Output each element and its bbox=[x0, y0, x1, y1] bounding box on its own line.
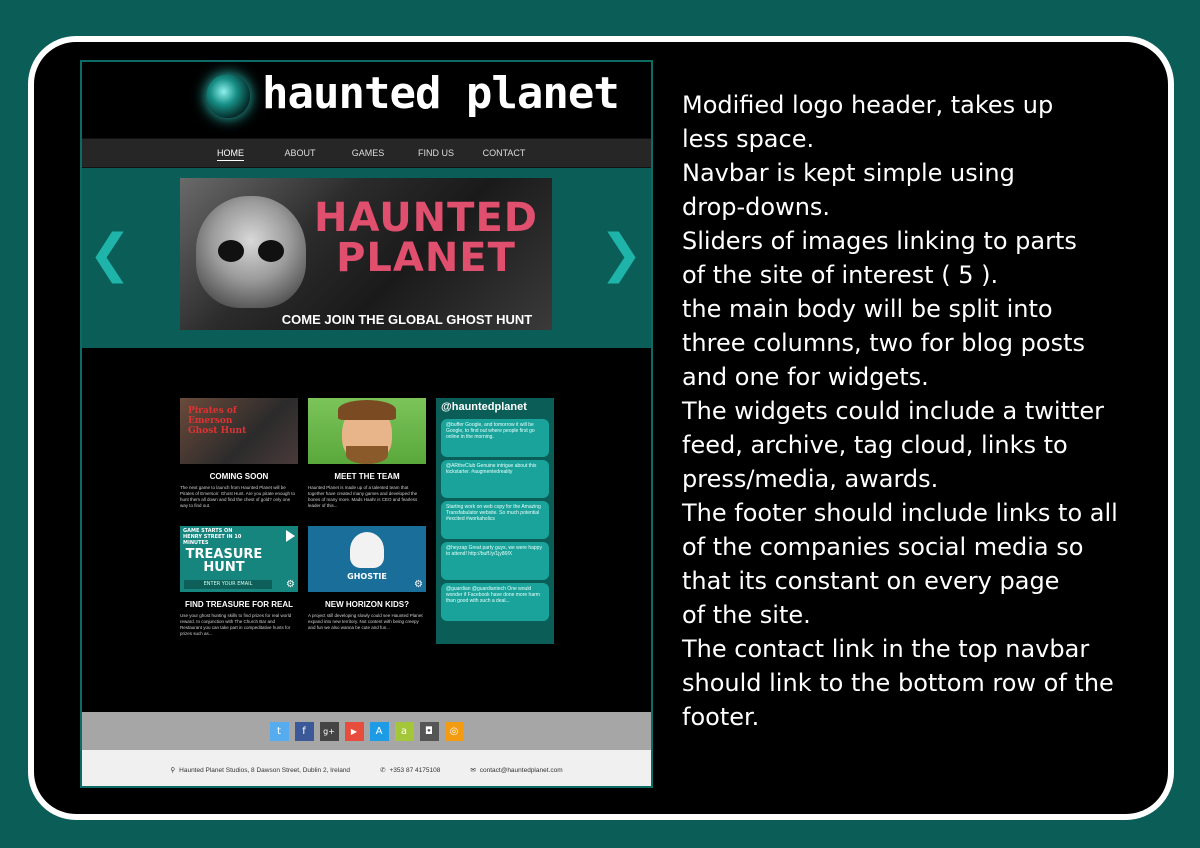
nav-about[interactable]: ABOUT bbox=[266, 146, 334, 160]
google-plus-icon[interactable]: g+ bbox=[319, 721, 339, 741]
post-text: A project still developing slowly could … bbox=[308, 613, 423, 630]
cartoon-beard-image bbox=[346, 446, 388, 464]
skull-image bbox=[196, 196, 306, 308]
post-thumbnail[interactable]: GHOSTIE ⚙ bbox=[308, 526, 426, 592]
note-line: press/media, awards. bbox=[682, 465, 939, 493]
chevron-left-icon[interactable]: ❮ bbox=[88, 228, 132, 280]
thumbnail-title: TREASURE HUNT bbox=[185, 547, 263, 575]
post-title[interactable]: NEW HORIZON KIDS? bbox=[308, 600, 426, 609]
nav-home[interactable]: HOME bbox=[217, 146, 244, 161]
phone-text[interactable]: +353 87 4175108 bbox=[390, 767, 441, 774]
post-title[interactable]: MEET THE TEAM bbox=[308, 472, 426, 481]
image-slider: ❮ HAUNTED PLANET COME JOIN THE GLOBAL GH… bbox=[82, 168, 651, 348]
navbar: HOME ABOUT GAMES FIND US CONTACT bbox=[82, 138, 651, 168]
slide-title-line1: HAUNTED bbox=[314, 195, 538, 241]
post-title[interactable]: COMING SOON bbox=[180, 472, 298, 481]
footer-phone: ✆ +353 87 4175108 bbox=[380, 766, 441, 775]
blog-column-2: MEET THE TEAM Haunted Planet is made up … bbox=[308, 398, 426, 630]
cartoon-hair-image bbox=[338, 400, 396, 420]
app-store-icon[interactable]: A bbox=[369, 721, 389, 741]
note-line: footer. bbox=[682, 703, 760, 731]
note-line: less space. bbox=[682, 125, 815, 153]
tweet[interactable]: @buffer Google, and tomorrow it will be … bbox=[441, 419, 549, 457]
post-thumbnail[interactable]: Pirates of Emerson Ghost Hunt bbox=[180, 398, 298, 464]
note-line: The contact link in the top navbar bbox=[682, 635, 1090, 663]
gear-icon: ⚙ bbox=[414, 579, 423, 590]
note-line: Sliders of images linking to parts bbox=[682, 227, 1077, 255]
phone-icon: ✆ bbox=[380, 767, 386, 774]
post-thumbnail[interactable] bbox=[308, 398, 426, 464]
mail-icon: ✉ bbox=[470, 767, 476, 774]
tweet[interactable]: @ARtheClub Genuine intrigue about this k… bbox=[441, 460, 549, 498]
blog-post-4: GHOSTIE ⚙ NEW HORIZON KIDS? A project st… bbox=[308, 526, 426, 631]
note-line: feed, archive, tag cloud, links to bbox=[682, 431, 1068, 459]
footer-address: ⚲ Haunted Planet Studios, 8 Dawson Stree… bbox=[170, 766, 351, 775]
twitter-widget: @hauntedplanet @buffer Google, and tomor… bbox=[436, 398, 554, 644]
slide-title-line2: PLANET bbox=[336, 235, 516, 281]
logo-header: haunted planet bbox=[82, 62, 651, 138]
thumbnail-text: Pirates of Emerson Ghost Hunt bbox=[188, 406, 247, 436]
note-line: should link to the bottom row of the bbox=[682, 669, 1114, 697]
note-line: of the site of interest ( 5 ). bbox=[682, 261, 999, 289]
note-line: of the companies social media so bbox=[682, 533, 1084, 561]
address-text: Haunted Planet Studios, 8 Dawson Street,… bbox=[179, 766, 351, 774]
tweet[interactable]: Starting work on web copy for the Amazin… bbox=[441, 501, 549, 539]
note-line: that its constant on every page bbox=[682, 567, 1060, 595]
website-mockup: haunted planet HOME ABOUT GAMES FIND US … bbox=[80, 60, 653, 788]
design-notes: Modified logo header, takes up less spac… bbox=[682, 88, 1162, 734]
note-line: and one for widgets. bbox=[682, 363, 929, 391]
thumbnail-email-input: ENTER YOUR EMAIL bbox=[184, 580, 272, 589]
main-content: Pirates of Emerson Ghost Hunt COMING SOO… bbox=[180, 398, 554, 710]
post-thumbnail[interactable]: GAME STARTS ON HENRY STREET IN 10 MINUTE… bbox=[180, 526, 298, 592]
post-title[interactable]: FIND TREASURE FOR REAL bbox=[180, 600, 298, 609]
note-line: the main body will be split into bbox=[682, 295, 1053, 323]
facebook-icon[interactable]: f bbox=[294, 721, 314, 741]
youtube-icon[interactable]: ▶ bbox=[344, 721, 364, 741]
note-line: Modified logo header, takes up bbox=[682, 91, 1054, 119]
footer-social-row: t f g+ ▶ A a ◘ ◎ bbox=[82, 712, 651, 750]
post-text: The next game to launch from Haunted Pla… bbox=[180, 485, 296, 508]
post-text: Use your ghost hunting skills to find pr… bbox=[180, 613, 292, 636]
slide-title: HAUNTED PLANET bbox=[308, 198, 544, 278]
android-icon[interactable]: a bbox=[394, 721, 414, 741]
nav-games[interactable]: GAMES bbox=[334, 146, 402, 160]
ghost-image bbox=[350, 532, 384, 568]
thumbnail-text: GAME STARTS ON HENRY STREET IN 10 MINUTE… bbox=[183, 528, 242, 546]
nav-find-us[interactable]: FIND US bbox=[402, 146, 470, 160]
note-line: drop-downs. bbox=[682, 193, 831, 221]
blog-column-1: Pirates of Emerson Ghost Hunt COMING SOO… bbox=[180, 398, 298, 636]
rss-icon[interactable]: ◎ bbox=[444, 721, 464, 741]
chevron-right-icon[interactable]: ❯ bbox=[599, 228, 643, 280]
nav-contact[interactable]: CONTACT bbox=[470, 146, 538, 160]
tweet[interactable]: @heyzap Great party guys, we were happy … bbox=[441, 542, 549, 580]
slide-caption: COME JOIN THE GLOBAL GHOST HUNT bbox=[281, 312, 533, 327]
footer-contact-row: ⚲ Haunted Planet Studios, 8 Dawson Stree… bbox=[82, 750, 651, 786]
twitter-icon[interactable]: t bbox=[269, 721, 289, 741]
post-text: Haunted Planet is made up of a talented … bbox=[308, 485, 418, 508]
note-line: of the site. bbox=[682, 601, 811, 629]
note-line: The footer should include links to all bbox=[682, 499, 1118, 527]
map-pin-icon: ⚲ bbox=[170, 767, 176, 774]
thumbnail-text: GHOSTIE bbox=[347, 572, 387, 581]
globe-logo-icon bbox=[206, 74, 250, 118]
gear-icon: ⚙ bbox=[286, 579, 295, 590]
email-text[interactable]: contact@hauntedplanet.com bbox=[480, 767, 563, 774]
play-icon bbox=[286, 530, 295, 542]
logo-text[interactable]: haunted planet bbox=[262, 68, 620, 119]
tweet[interactable]: @guardian @guardiantech One would wonder… bbox=[441, 583, 549, 621]
note-line: The widgets could include a twitter bbox=[682, 397, 1105, 425]
footer-email: ✉ contact@hauntedplanet.com bbox=[470, 766, 563, 775]
note-line: Navbar is kept simple using bbox=[682, 159, 1015, 187]
blog-post-3: GAME STARTS ON HENRY STREET IN 10 MINUTE… bbox=[180, 526, 298, 637]
slide-image[interactable]: HAUNTED PLANET COME JOIN THE GLOBAL GHOS… bbox=[180, 178, 552, 330]
note-line: three columns, two for blog posts bbox=[682, 329, 1085, 357]
instagram-icon[interactable]: ◘ bbox=[419, 721, 439, 741]
widget-title[interactable]: @hauntedplanet bbox=[436, 398, 554, 416]
